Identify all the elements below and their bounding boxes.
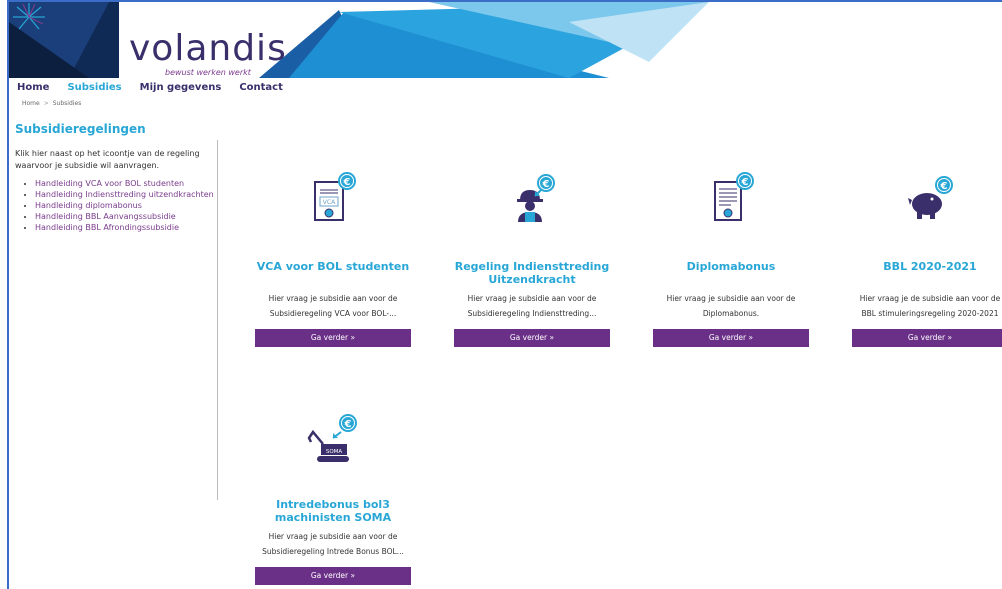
svg-text:€: € <box>542 179 550 190</box>
sidebar-divider <box>217 140 218 500</box>
breadcrumb-home[interactable]: Home <box>22 100 40 107</box>
svg-text:€: € <box>344 419 352 430</box>
card-icon-wrap: VCA € <box>303 172 363 232</box>
card-desc-line2: Subsidieregeling Indiensttreding... <box>467 309 597 318</box>
ga-verder-button[interactable]: Ga verder » <box>852 329 1002 347</box>
card-diplomabonus: € Diplomabonus Hier vraag je subsidie aa… <box>646 172 816 347</box>
svg-text:SOMA: SOMA <box>326 449 343 455</box>
sidebar-link-diplomabonus[interactable]: Handleiding diplomabonus <box>35 200 218 211</box>
ga-verder-button[interactable]: Ga verder » <box>653 329 809 347</box>
nav-item-subsidies[interactable]: Subsidies <box>67 82 121 93</box>
logo-text[interactable]: volandis <box>129 28 287 69</box>
sidebar: Subsidieregelingen Klik hier naast op he… <box>15 122 218 233</box>
card-desc-line1: Hier vraag je subsidie aan voor de <box>268 532 398 541</box>
main-nav: Home Subsidies Mijn gegevens Contact <box>17 82 283 93</box>
sidebar-links: Handleiding VCA voor BOL studenten Handl… <box>15 178 218 233</box>
breadcrumb: Home > Subsidies <box>22 100 81 107</box>
card-vca: VCA € VCA voor BOL studenten Hier vraag … <box>248 172 418 347</box>
card-desc-line1: Hier vraag je subsidie aan voor de <box>467 294 597 303</box>
sidebar-title: Subsidieregelingen <box>15 122 146 136</box>
nav-item-contact[interactable]: Contact <box>239 82 283 93</box>
sidebar-intro: Klik hier naast op het icoontje van de r… <box>15 149 200 170</box>
card-title[interactable]: VCA voor BOL studenten <box>248 260 418 273</box>
svg-text:VCA: VCA <box>323 199 336 206</box>
breadcrumb-separator: > <box>43 100 49 107</box>
diploma-certificate-icon[interactable]: € <box>701 172 761 232</box>
logo-star-icon <box>13 3 45 30</box>
logo-tagline: bewust werken werkt <box>165 68 251 77</box>
construction-worker-icon[interactable]: € <box>502 172 562 232</box>
card-icon-wrap: € <box>701 172 761 232</box>
page-frame: volandis bewust werken werkt Home Subsid… <box>7 0 1002 589</box>
svg-text:€: € <box>741 177 749 188</box>
vca-certificate-icon[interactable]: VCA € <box>303 172 363 232</box>
card-icon-wrap: € <box>900 172 960 232</box>
card-title[interactable]: BBL 2020-2021 <box>845 260 1002 273</box>
sidebar-link-vca[interactable]: Handleiding VCA voor BOL studenten <box>35 178 218 189</box>
nav-item-home[interactable]: Home <box>17 82 49 93</box>
breadcrumb-current: Subsidies <box>52 100 82 107</box>
header-banner: volandis bewust werken werkt <box>9 2 1002 78</box>
card-intredebonus-soma: SOMA € Intredebonus bol3 machinisten SOM… <box>248 410 418 585</box>
svg-text:€: € <box>940 181 948 192</box>
card-desc-line1: Hier vraag je subsidie aan voor de <box>268 294 398 303</box>
card-icon-wrap: € <box>502 172 562 232</box>
card-desc-line2: Subsidieregeling Intrede Bonus BOL... <box>262 547 404 556</box>
card-icon-wrap: SOMA € <box>303 410 363 470</box>
card-desc-line2: BBL stimuleringsregeling 2020-2021 <box>861 309 999 318</box>
card-title[interactable]: Regeling Indiensttreding Uitzendkracht <box>447 260 617 286</box>
ga-verder-button[interactable]: Ga verder » <box>255 329 411 347</box>
card-desc-line2: Subsidieregeling VCA voor BOL-... <box>269 309 397 318</box>
ga-verder-button[interactable]: Ga verder » <box>255 567 411 585</box>
sidebar-link-bbl-aanvang[interactable]: Handleiding BBL Aanvangssubsidie <box>35 211 218 222</box>
card-desc-line1: Hier vraag je de subsidie aan voor de <box>859 294 1001 303</box>
sidebar-link-bbl-afronding[interactable]: Handleiding BBL Afrondingssubsidie <box>35 222 218 233</box>
nav-item-mijn-gegevens[interactable]: Mijn gegevens <box>140 82 222 93</box>
card-bbl-2020-2021: € BBL 2020-2021 Hier vraag je de subsidi… <box>845 172 1002 347</box>
card-title[interactable]: Diplomabonus <box>646 260 816 273</box>
piggy-bank-icon[interactable]: € <box>900 172 960 232</box>
svg-text:€: € <box>343 177 351 188</box>
sidebar-link-indiensttreding[interactable]: Handleiding Indiensttreding uitzendkrach… <box>35 189 218 200</box>
ga-verder-button[interactable]: Ga verder » <box>454 329 610 347</box>
card-title[interactable]: Intredebonus bol3 machinisten SOMA <box>248 498 418 524</box>
card-indiensttreding: € Regeling Indiensttreding Uitzendkracht… <box>447 172 617 347</box>
excavator-soma-icon[interactable]: SOMA € <box>303 410 363 470</box>
card-desc-line1: Hier vraag je subsidie aan voor de <box>666 294 796 303</box>
card-desc-line2: Diplomabonus. <box>702 309 760 318</box>
